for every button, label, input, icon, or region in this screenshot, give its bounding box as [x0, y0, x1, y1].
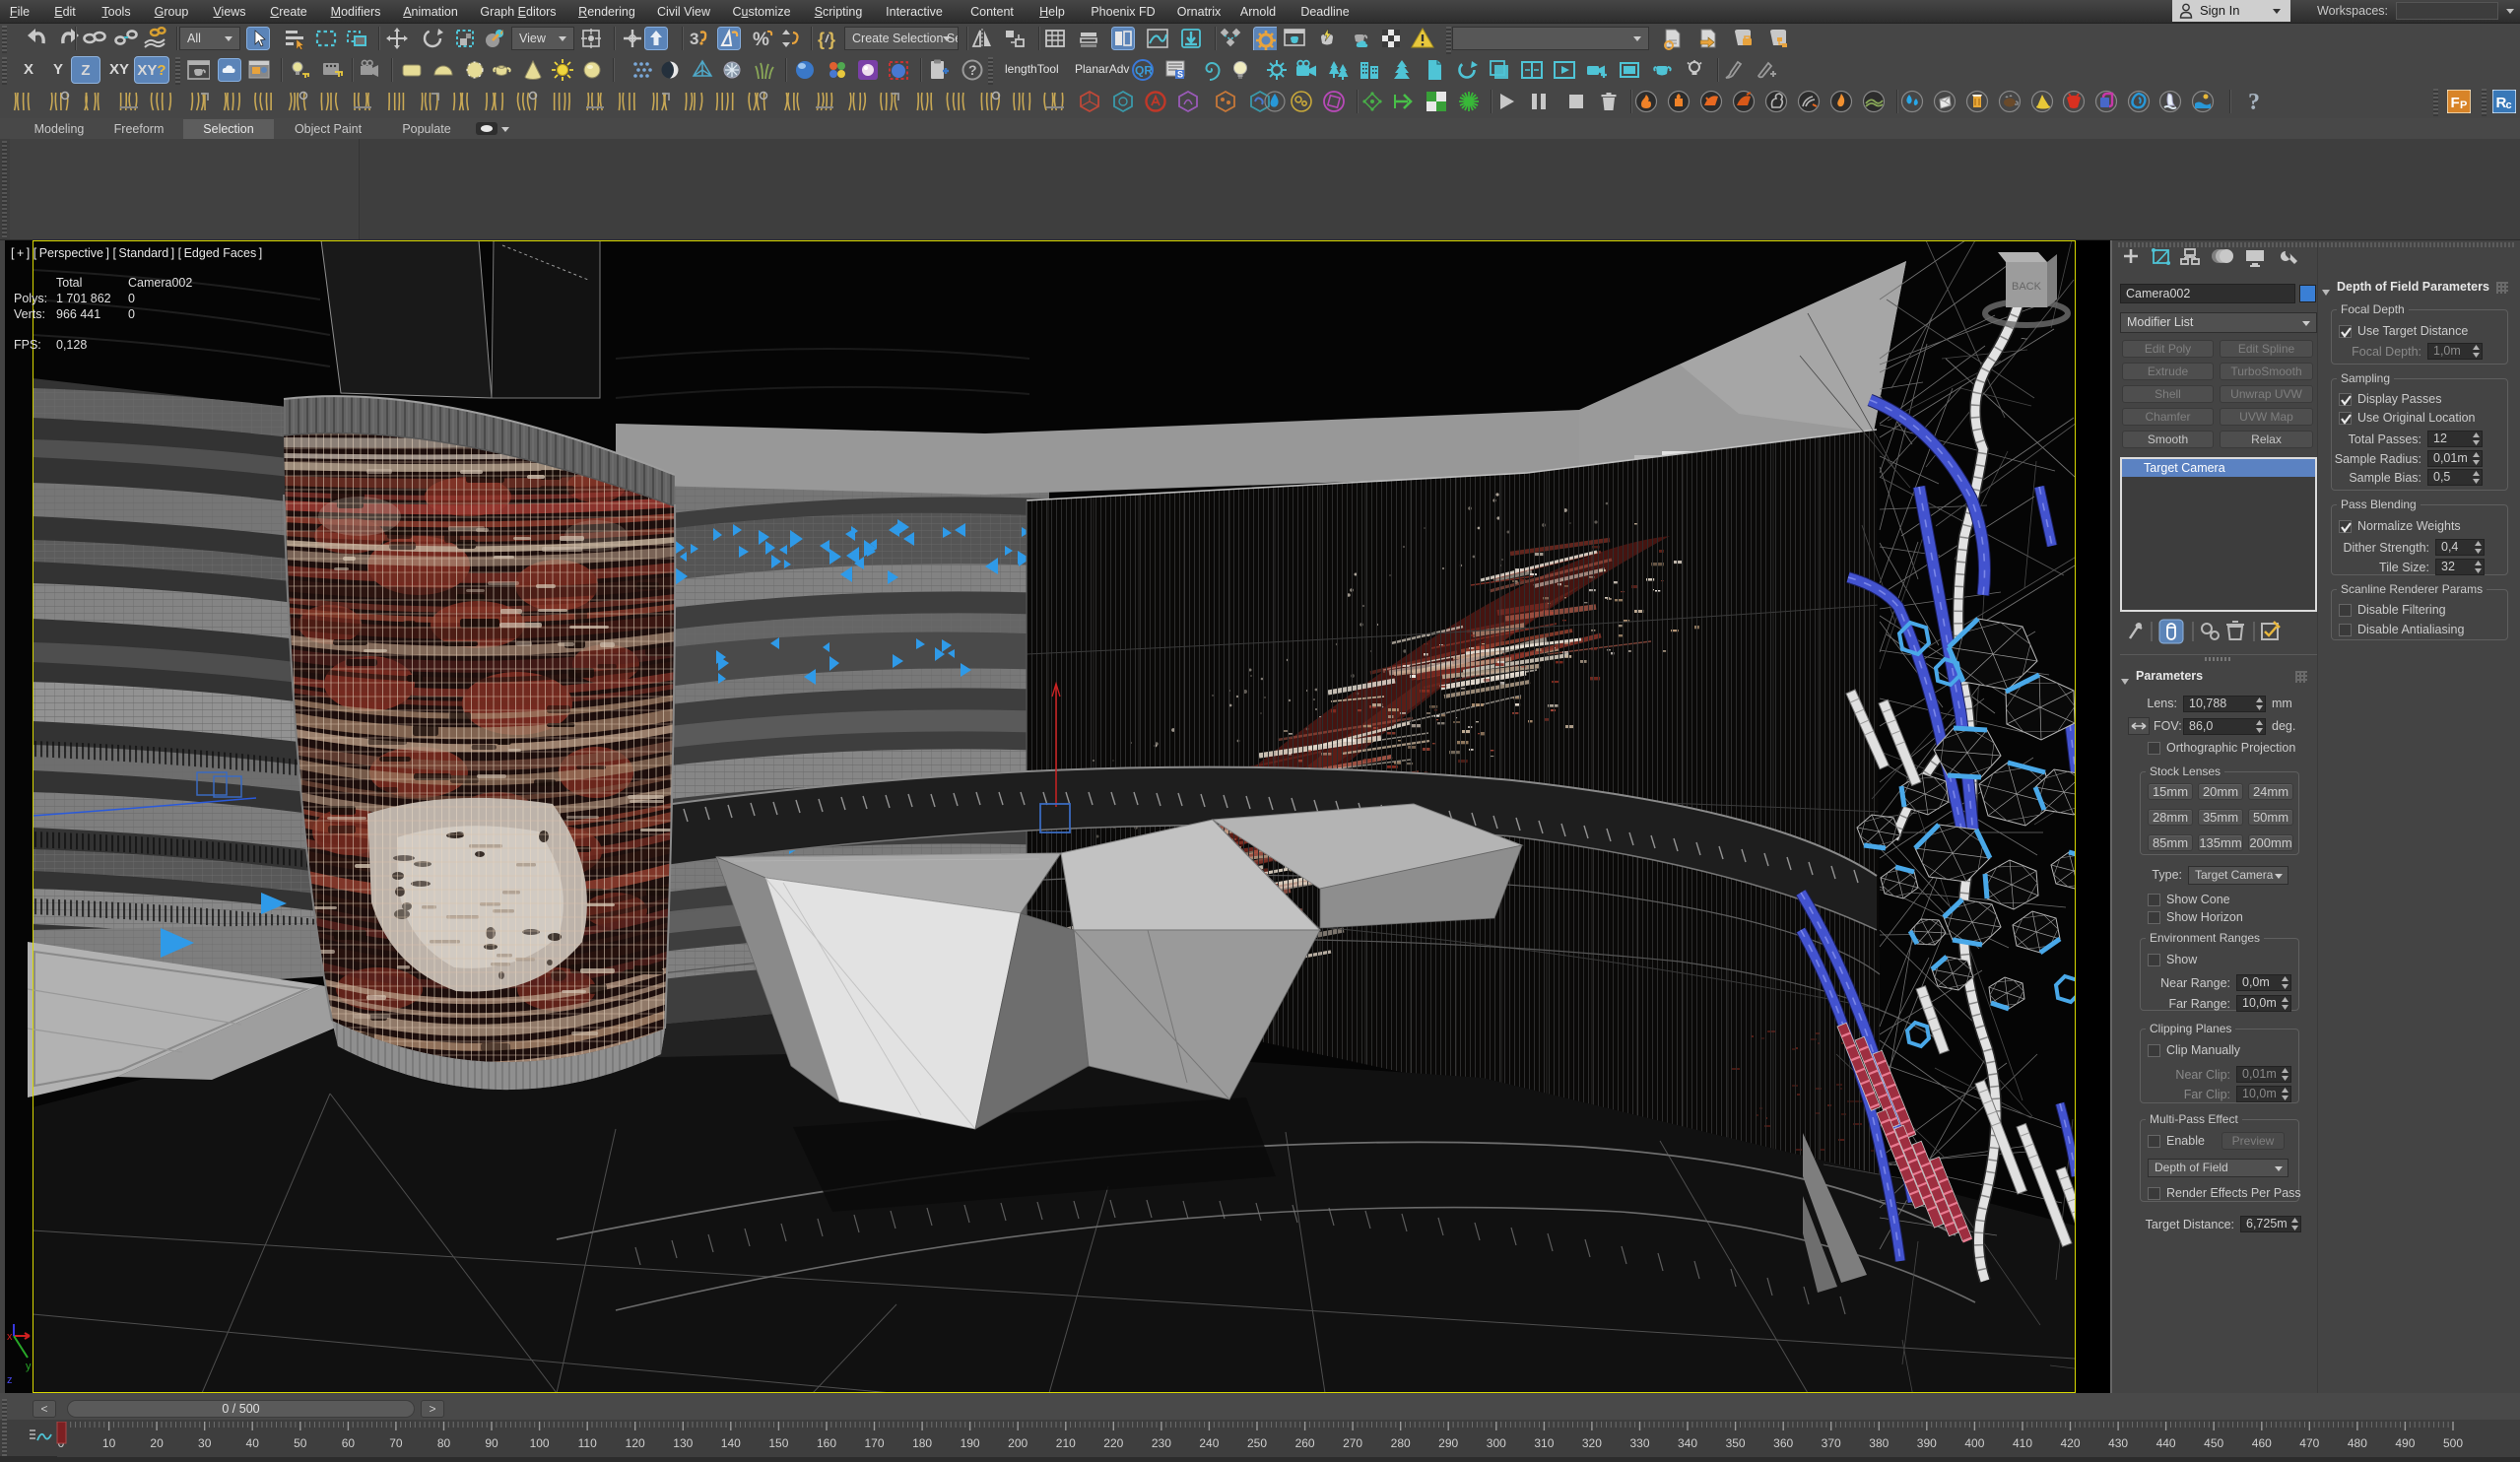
svg-text:60: 60 [342, 1436, 356, 1450]
svg-text:270: 270 [1343, 1436, 1362, 1450]
svg-text:80: 80 [437, 1436, 451, 1450]
svg-text:500: 500 [2443, 1436, 2463, 1450]
svg-text:BACK: BACK [2012, 281, 2042, 293]
svg-text:370: 370 [1822, 1436, 1841, 1450]
svg-text:260: 260 [1295, 1436, 1315, 1450]
svg-text:180: 180 [912, 1436, 932, 1450]
svg-text:x: x [7, 1331, 13, 1343]
svg-text:90: 90 [485, 1436, 498, 1450]
svg-text:140: 140 [721, 1436, 741, 1450]
svg-text:300: 300 [1487, 1436, 1506, 1450]
svg-text:330: 330 [1629, 1436, 1649, 1450]
svg-text:320: 320 [1582, 1436, 1602, 1450]
svg-text:3: 3 [690, 30, 698, 48]
svg-text:490: 490 [2395, 1436, 2415, 1450]
svg-text:150: 150 [768, 1436, 788, 1450]
svg-text:z: z [7, 1374, 13, 1386]
svg-text:?: ? [2248, 90, 2260, 113]
svg-text:450: 450 [2204, 1436, 2223, 1450]
svg-text:?: ? [968, 62, 977, 78]
svg-text:340: 340 [1678, 1436, 1697, 1450]
svg-text:310: 310 [1534, 1436, 1554, 1450]
svg-text:20: 20 [150, 1436, 164, 1450]
svg-text:430: 430 [2108, 1436, 2128, 1450]
svg-text:50: 50 [294, 1436, 307, 1450]
svg-text:390: 390 [1917, 1436, 1937, 1450]
svg-text:}: } [829, 30, 835, 49]
svg-text:F: F [2451, 95, 2460, 111]
svg-text:%: % [753, 30, 769, 50]
svg-text:250: 250 [1247, 1436, 1267, 1450]
svg-text:280: 280 [1391, 1436, 1411, 1450]
svg-text:190: 190 [961, 1436, 980, 1450]
svg-text:480: 480 [2348, 1436, 2367, 1450]
svg-text:210: 210 [1056, 1436, 1076, 1450]
svg-text:410: 410 [2013, 1436, 2032, 1450]
svg-text:440: 440 [2156, 1436, 2176, 1450]
svg-text:P: P [2460, 100, 2467, 111]
svg-text:160: 160 [817, 1436, 836, 1450]
svg-text:460: 460 [2252, 1436, 2272, 1450]
svg-text:~: ~ [2021, 331, 2028, 346]
svg-text:{: { [818, 30, 825, 49]
svg-text:30: 30 [198, 1436, 212, 1450]
svg-text:240: 240 [1199, 1436, 1219, 1450]
svg-text:360: 360 [1773, 1436, 1793, 1450]
svg-text:380: 380 [1869, 1436, 1889, 1450]
svg-text:200: 200 [1008, 1436, 1028, 1450]
svg-text:QR: QR [1135, 64, 1153, 78]
svg-text:170: 170 [864, 1436, 884, 1450]
svg-text:S: S [1177, 70, 1183, 80]
svg-text:c: c [2506, 100, 2512, 111]
svg-text:220: 220 [1103, 1436, 1123, 1450]
svg-text:10: 10 [102, 1436, 116, 1450]
svg-text:40: 40 [246, 1436, 260, 1450]
svg-text:y: y [26, 1361, 32, 1372]
svg-text:120: 120 [626, 1436, 645, 1450]
svg-text:130: 130 [673, 1436, 693, 1450]
svg-text:230: 230 [1152, 1436, 1171, 1450]
svg-text:400: 400 [1964, 1436, 1984, 1450]
svg-text:70: 70 [389, 1436, 403, 1450]
svg-text:420: 420 [2060, 1436, 2080, 1450]
svg-text:290: 290 [1438, 1436, 1458, 1450]
svg-text:470: 470 [2299, 1436, 2319, 1450]
svg-text:110: 110 [578, 1436, 597, 1450]
svg-text:100: 100 [530, 1436, 550, 1450]
svg-text:350: 350 [1726, 1436, 1746, 1450]
